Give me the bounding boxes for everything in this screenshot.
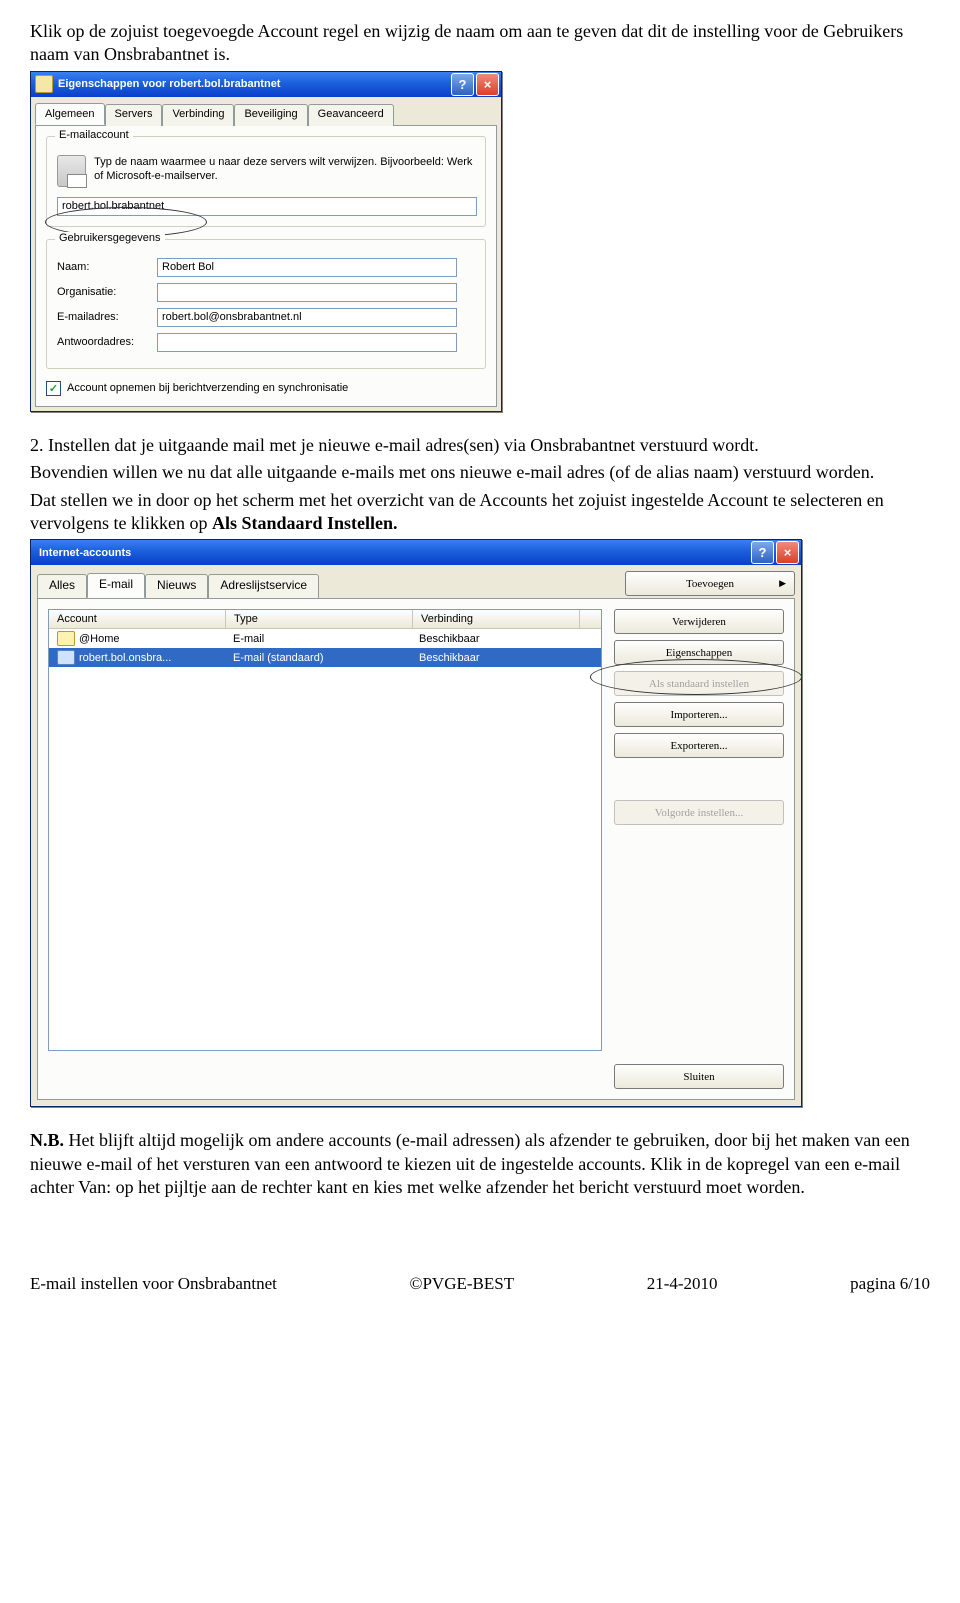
titlebar[interactable]: Eigenschappen voor robert.bol.brabantnet… bbox=[31, 72, 501, 97]
header-connection[interactable]: Verbinding bbox=[413, 610, 580, 628]
account-name-input[interactable] bbox=[57, 197, 477, 216]
group-title-userdata: Gebruikersgegevens bbox=[55, 232, 165, 244]
nb-paragraph: N.B. Het blijft altijd mogelijk om ander… bbox=[30, 1129, 930, 1199]
footer-page: pagina 6/10 bbox=[850, 1274, 930, 1294]
properties-button[interactable]: Eigenschappen bbox=[614, 640, 784, 665]
add-button[interactable]: Toevoegen▶ bbox=[625, 571, 795, 596]
order-button: Volgorde instellen... bbox=[614, 800, 784, 825]
list-item[interactable]: @Home E-mail Beschikbaar bbox=[49, 629, 601, 648]
tab-email[interactable]: E-mail bbox=[87, 573, 145, 598]
checkbox-label: Account opnemen bij berichtverzending en… bbox=[67, 382, 348, 394]
account-icon bbox=[57, 650, 75, 665]
tab-addressbook[interactable]: Adreslijstservice bbox=[208, 574, 319, 599]
input-reply[interactable] bbox=[157, 333, 457, 352]
list-header[interactable]: Account Type Verbinding bbox=[49, 610, 601, 629]
input-email[interactable] bbox=[157, 308, 457, 327]
group-emailaccount: E-mailaccount Typ de naam waarmee u naar… bbox=[46, 136, 486, 227]
list-item[interactable]: robert.bol.onsbra... E-mail (standaard) … bbox=[49, 648, 601, 667]
tab-general[interactable]: Algemeen bbox=[35, 103, 105, 125]
export-button[interactable]: Exporteren... bbox=[614, 733, 784, 758]
tab-advanced[interactable]: Geavanceerd bbox=[308, 104, 394, 126]
label-email: E-mailadres: bbox=[57, 311, 157, 323]
input-org[interactable] bbox=[157, 283, 457, 302]
window-title: Eigenschappen voor robert.bol.brabantnet bbox=[58, 78, 280, 90]
header-account[interactable]: Account bbox=[49, 610, 226, 628]
label-org: Organisatie: bbox=[57, 286, 157, 298]
footer-mid: ©PVGE-BEST bbox=[410, 1274, 515, 1294]
input-naam[interactable] bbox=[157, 258, 457, 277]
accounts-listview[interactable]: Account Type Verbinding @Home E-mail Bes… bbox=[48, 609, 602, 1051]
step2-heading: 2. Instellen dat je uitgaande mail met j… bbox=[30, 434, 930, 457]
tab-news[interactable]: Nieuws bbox=[145, 574, 208, 599]
tabstrip: Algemeen Servers Verbinding Beveiliging … bbox=[31, 97, 501, 125]
footer-left: E-mail instellen voor Onsbrabantnet bbox=[30, 1274, 277, 1294]
page-footer: E-mail instellen voor Onsbrabantnet ©PVG… bbox=[0, 1214, 960, 1312]
account-icon bbox=[57, 631, 75, 646]
chevron-right-icon: ▶ bbox=[779, 578, 786, 589]
step2-body1: Bovendien willen we nu dat alle uitgaand… bbox=[30, 461, 930, 484]
tab-servers[interactable]: Servers bbox=[105, 104, 163, 126]
properties-dialog: Eigenschappen voor robert.bol.brabantnet… bbox=[30, 71, 502, 412]
account-desc: Typ de naam waarmee u naar deze servers … bbox=[94, 155, 475, 184]
checkbox-include[interactable]: ✓ bbox=[46, 381, 61, 396]
tab-security[interactable]: Beveiliging bbox=[234, 104, 307, 126]
set-default-button: Als standaard instellen bbox=[614, 671, 784, 696]
group-userdata: Gebruikersgegevens Naam: Organisatie: E-… bbox=[46, 239, 486, 369]
internet-accounts-dialog: Internet-accounts ? × Alles E-mail Nieuw… bbox=[30, 539, 802, 1107]
close-dialog-button[interactable]: Sluiten bbox=[614, 1064, 784, 1089]
window-title: Internet-accounts bbox=[39, 547, 131, 559]
import-button[interactable]: Importeren... bbox=[614, 702, 784, 727]
help-button[interactable]: ? bbox=[451, 73, 474, 96]
footer-date: 21-4-2010 bbox=[647, 1274, 718, 1294]
server-icon bbox=[57, 155, 86, 187]
remove-button[interactable]: Verwijderen bbox=[614, 609, 784, 634]
close-button[interactable]: × bbox=[776, 541, 799, 564]
group-title-emailaccount: E-mailaccount bbox=[55, 129, 133, 141]
step2-body2: Dat stellen we in door op het scherm met… bbox=[30, 489, 930, 536]
tab-all[interactable]: Alles bbox=[37, 574, 87, 599]
header-type[interactable]: Type bbox=[226, 610, 413, 628]
titlebar[interactable]: Internet-accounts ? × bbox=[31, 540, 801, 565]
close-button[interactable]: × bbox=[476, 73, 499, 96]
label-reply: Antwoordadres: bbox=[57, 336, 157, 348]
label-naam: Naam: bbox=[57, 261, 157, 273]
intro-paragraph: Klik op de zojuist toegevoegde Account r… bbox=[30, 20, 930, 67]
window-icon bbox=[35, 75, 53, 93]
help-button[interactable]: ? bbox=[751, 541, 774, 564]
tab-connection[interactable]: Verbinding bbox=[162, 104, 234, 126]
